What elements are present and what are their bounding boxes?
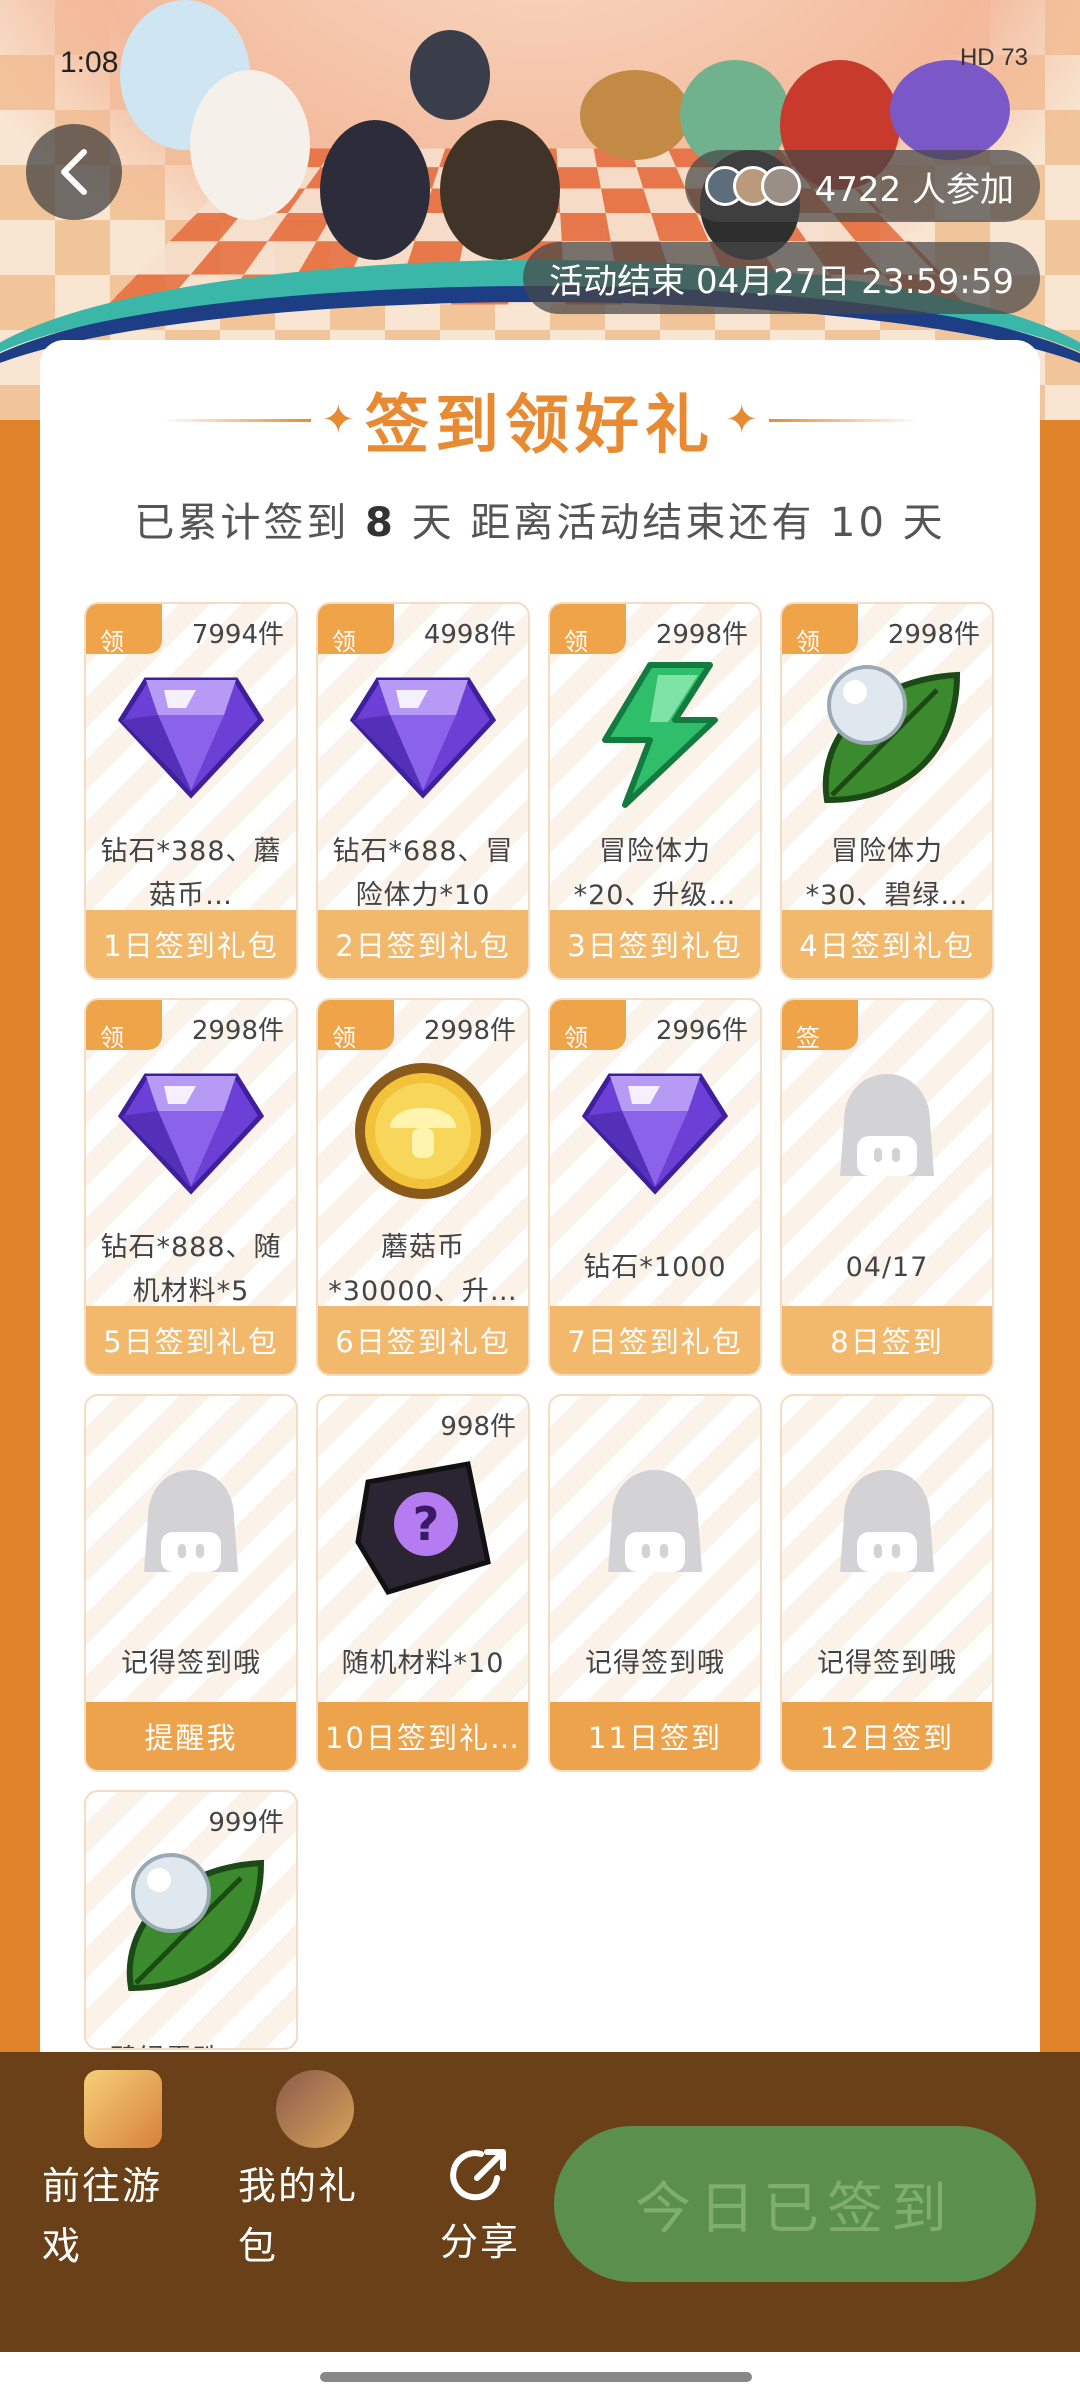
signed-today-label: 今日已签到 — [635, 2176, 955, 2242]
share-label: 分享 — [439, 2220, 520, 2264]
placeholder-icon — [807, 1452, 967, 1602]
tile-action-button[interactable]: 11日签到 — [550, 1702, 760, 1770]
diamond-icon — [343, 660, 503, 810]
status-indicators: HD 73 — [959, 44, 1028, 71]
home-indicator[interactable] — [320, 2372, 752, 2382]
chevron-left-icon — [61, 149, 87, 195]
leaf-pearl-icon — [807, 660, 967, 810]
reward-description: 钻石*688、冒险体力*10 — [332, 836, 514, 911]
tile-action-button[interactable]: 2日签到礼包 — [318, 910, 528, 978]
status-tag: 领 — [550, 1000, 626, 1050]
sparkle-icon: ✦ — [321, 397, 355, 443]
stock-count: 4998件 — [423, 620, 516, 650]
sign-in-card: ✦ 签到领好礼 ✦ 已累计签到 8 天 距离活动结束还有 10 天 领 7994件… — [40, 340, 1040, 2060]
reward-tile[interactable]: 领 2996件 钻石*1000 7日签到礼包 — [548, 998, 762, 1376]
status-tag: 领 — [86, 604, 162, 654]
status-tag: 领 — [318, 1000, 394, 1050]
reward-tile[interactable]: 领 2998件钻石*888、随机材料*5 5日签到礼包 — [84, 998, 298, 1376]
tile-action-button[interactable]: 8日签到 — [782, 1306, 992, 1374]
title-divider-left — [161, 418, 312, 422]
leaf-pearl-icon — [111, 1848, 271, 1998]
reward-description: 蘑菇币*30000、升… — [328, 1232, 518, 1307]
go-to-game-button[interactable]: 前往游戏 — [42, 2070, 192, 2276]
tile-action-button[interactable]: 5日签到礼包 — [86, 1306, 296, 1374]
placeholder-icon — [807, 1056, 967, 1206]
lightning-icon — [575, 660, 735, 810]
diamond-icon — [111, 660, 271, 810]
participants-count: 4722 人参加 — [814, 169, 1014, 210]
sparkle-icon: ✦ — [725, 397, 759, 443]
bottom-action-bar: 前往游戏 我的礼包 分享 今日已签到 — [0, 2052, 1080, 2352]
reward-tile[interactable]: 签 04/17 8日签到 — [780, 998, 994, 1376]
signed-today-button[interactable]: 今日已签到 — [554, 2126, 1036, 2282]
section-title: 签到领好礼 — [365, 388, 715, 463]
stock-count: 2998件 — [423, 1016, 516, 1046]
status-tag: 签 — [782, 1000, 858, 1050]
reward-tile[interactable]: 998件? 随机材料*10 10日签到礼… — [316, 1394, 530, 1772]
mushroom-coin-icon — [343, 1056, 503, 1206]
my-gifts-button[interactable]: 我的礼包 — [238, 2070, 388, 2276]
event-end-time: 活动结束 04月27日 23:59:59 — [523, 242, 1040, 314]
remaining-days-count: 10 — [830, 500, 887, 546]
gift-avatar-icon — [276, 2070, 354, 2148]
go-to-game-label: 前往游戏 — [42, 2164, 163, 2268]
event-end-time-text: 活动结束 04月27日 23:59:59 — [549, 261, 1014, 302]
diamond-icon — [575, 1056, 735, 1206]
placeholder-icon — [111, 1452, 271, 1602]
reward-tile[interactable]: 领 2998件冒险体力*30、碧绿… 4日签到礼包 — [780, 602, 994, 980]
reward-tile[interactable]: 领 7994件钻石*388、蘑菇币… 1日签到礼包 — [84, 602, 298, 980]
reward-description: 钻石*388、蘑菇币… — [100, 836, 282, 911]
my-gifts-label: 我的礼包 — [238, 2164, 359, 2268]
section-title-row: ✦ 签到领好礼 ✦ — [40, 380, 1040, 463]
participant-avatars — [704, 166, 801, 206]
stock-count: 999件 — [208, 1808, 284, 1838]
reward-tile[interactable]: 记得签到哦 12日签到 — [780, 1394, 994, 1772]
placeholder-icon — [575, 1452, 735, 1602]
tile-action-button[interactable]: 3日签到礼包 — [550, 910, 760, 978]
reward-tile[interactable]: 记得签到哦 11日签到 — [548, 1394, 762, 1772]
stock-count: 7994件 — [191, 620, 284, 650]
diamond-icon — [111, 1056, 271, 1206]
reward-tile[interactable]: 领 2998件蘑菇币*30000、升… 6日签到礼包 — [316, 998, 530, 1376]
mystery-material-icon: ? — [343, 1452, 503, 1602]
reward-tile[interactable]: 领 2998件冒险体力*20、升级… 3日签到礼包 — [548, 602, 762, 980]
tile-action-button[interactable]: 12日签到 — [782, 1702, 992, 1770]
participants-badge: 4722 人参加 — [684, 150, 1040, 222]
stock-count: 2996件 — [655, 1016, 748, 1046]
reward-description: 钻石*888、随机材料*5 — [100, 1232, 282, 1307]
reward-description: 碧绿露珠*10 — [96, 2038, 286, 2048]
share-icon — [450, 2149, 506, 2201]
title-divider-right — [768, 418, 919, 422]
back-button[interactable] — [26, 124, 122, 220]
game-avatar-icon — [84, 2070, 162, 2148]
stock-count: 2998件 — [887, 620, 980, 650]
tile-action-button[interactable]: 4日签到礼包 — [782, 910, 992, 978]
status-time: 1:08 — [60, 46, 119, 79]
status-tag: 领 — [318, 604, 394, 654]
sign-in-progress: 已累计签到 8 天 距离活动结束还有 10 天 — [134, 500, 946, 546]
stock-count: 2998件 — [655, 620, 748, 650]
tile-action-button[interactable]: 6日签到礼包 — [318, 1306, 528, 1374]
tile-action-button[interactable]: 10日签到礼… — [318, 1702, 528, 1770]
reward-description: 冒险体力*30、碧绿… — [805, 836, 969, 911]
stock-count: 998件 — [440, 1412, 516, 1442]
tile-action-button[interactable]: 提醒我 — [86, 1702, 296, 1770]
status-tag: 领 — [550, 604, 626, 654]
reward-tile[interactable]: 领 4998件钻石*688、冒险体力*10 2日签到礼包 — [316, 602, 530, 980]
status-tag: 领 — [782, 604, 858, 654]
reward-tile[interactable]: 999件碧绿露珠*10 — [84, 1790, 298, 2050]
share-button[interactable]: 分享 — [430, 2142, 530, 2272]
tile-action-button[interactable]: 1日签到礼包 — [86, 910, 296, 978]
reward-tile[interactable]: 记得签到哦 提醒我 — [84, 1394, 298, 1772]
signed-days-count: 8 — [365, 500, 396, 546]
reward-description: 冒险体力*20、升级… — [573, 836, 737, 911]
tile-action-button[interactable]: 7日签到礼包 — [550, 1306, 760, 1374]
stock-count: 2998件 — [191, 1016, 284, 1046]
status-tag: 领 — [86, 1000, 162, 1050]
svg-text:?: ? — [413, 1497, 440, 1551]
